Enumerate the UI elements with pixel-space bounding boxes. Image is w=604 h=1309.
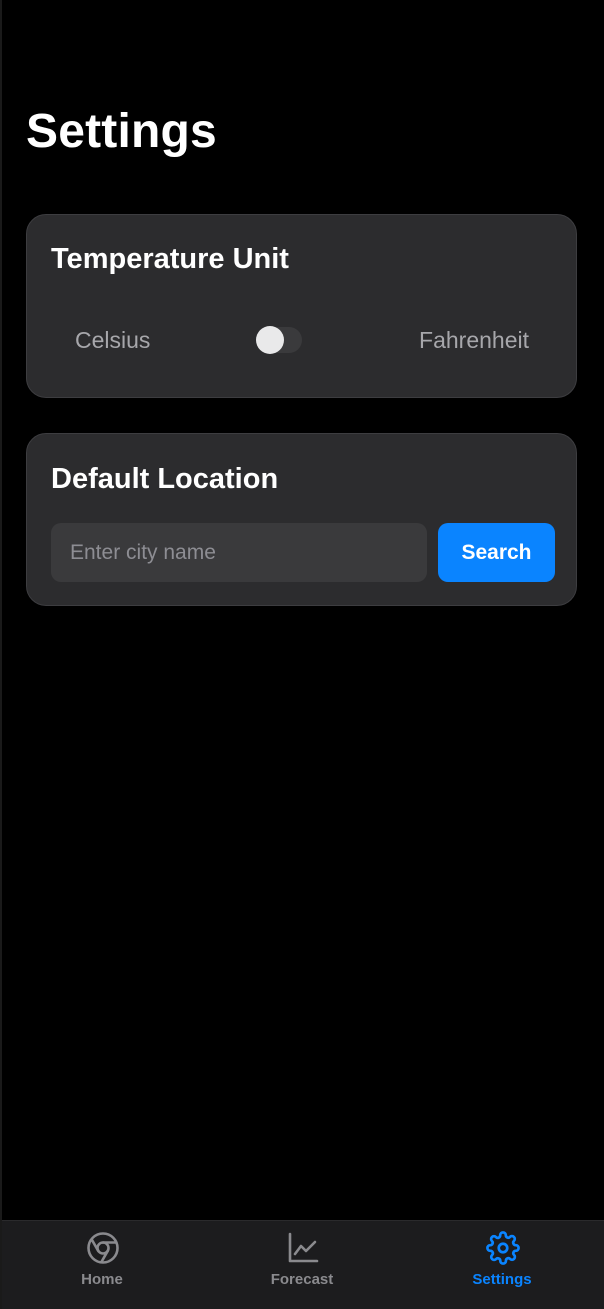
chart-line-icon bbox=[288, 1232, 319, 1263]
tab-home[interactable]: Home bbox=[2, 1221, 202, 1309]
toggle-knob bbox=[256, 326, 284, 354]
search-button[interactable]: Search bbox=[438, 523, 555, 582]
page-title: Settings bbox=[26, 105, 217, 158]
tab-settings[interactable]: Settings bbox=[402, 1221, 602, 1309]
tab-forecast[interactable]: Forecast bbox=[202, 1221, 402, 1309]
home-icon bbox=[87, 1232, 119, 1264]
temperature-unit-title: Temperature Unit bbox=[51, 243, 289, 275]
celsius-label: Celsius bbox=[75, 327, 151, 353]
gear-icon bbox=[486, 1231, 520, 1265]
default-location-card: Default Location Search bbox=[26, 433, 577, 606]
temperature-unit-card: Temperature Unit Celsius Fahrenheit bbox=[26, 214, 577, 398]
temperature-unit-toggle[interactable] bbox=[256, 326, 302, 354]
tab-settings-label: Settings bbox=[472, 1271, 532, 1288]
settings-screen: Settings Temperature Unit Celsius Fahren… bbox=[2, 0, 604, 1309]
tab-home-label: Home bbox=[81, 1271, 123, 1288]
tab-forecast-label: Forecast bbox=[270, 1271, 334, 1288]
bottom-tab-bar: Home Forecast Settings bbox=[2, 1220, 604, 1309]
default-location-title: Default Location bbox=[51, 463, 279, 495]
fahrenheit-label: Fahrenheit bbox=[419, 327, 529, 353]
city-name-input[interactable] bbox=[51, 523, 427, 582]
